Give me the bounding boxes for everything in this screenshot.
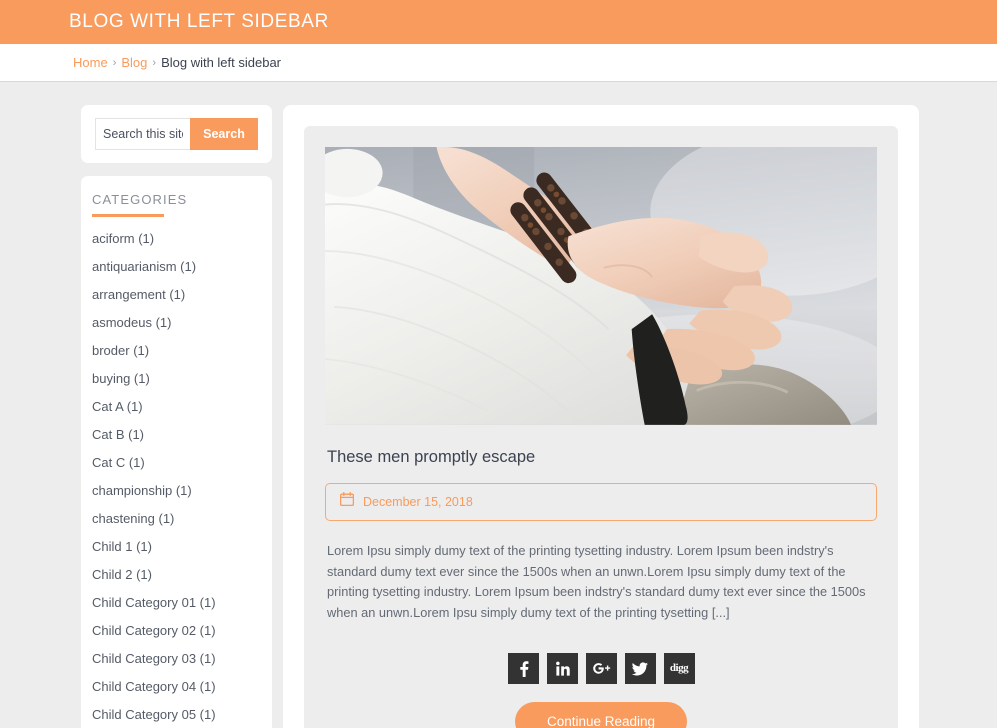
continue-reading-button[interactable]: Continue Reading [514, 701, 688, 728]
category-item: Child Category 05 (1) [81, 701, 272, 728]
category-item: aciform (1) [81, 225, 272, 253]
category-link[interactable]: Child 1 (1) [92, 539, 152, 554]
category-link[interactable]: championship (1) [92, 483, 192, 498]
category-item: antiquarianism (1) [81, 253, 272, 281]
content-card: These men promptly escape December 15, 2… [283, 105, 919, 728]
breadcrumb-item-blog[interactable]: Blog [121, 55, 147, 70]
post-date: December 15, 2018 [363, 494, 473, 509]
continue-reading-row: Continue Reading [325, 701, 877, 728]
category-item: broder (1) [81, 337, 272, 365]
category-link[interactable]: Child Category 02 (1) [92, 623, 216, 638]
category-item: arrangement (1) [81, 281, 272, 309]
linkedin-icon [554, 660, 571, 677]
page-body: Search CATEGORIES aciform (1) antiquarian… [0, 82, 997, 728]
category-link[interactable]: Child 2 (1) [92, 567, 152, 582]
category-item: chastening (1) [81, 505, 272, 533]
category-link[interactable]: Child Category 04 (1) [92, 679, 216, 694]
category-item: Cat C (1) [81, 449, 272, 477]
meditation-photo [325, 147, 877, 425]
breadcrumb-separator: › [152, 56, 157, 69]
category-link[interactable]: Child Category 03 (1) [92, 651, 216, 666]
blog-post: These men promptly escape December 15, 2… [304, 126, 898, 728]
search-form: Search [95, 118, 258, 150]
post-title[interactable]: These men promptly escape [327, 448, 877, 467]
social-share-row: digg [325, 652, 877, 684]
categories-widget-title: CATEGORIES [92, 192, 188, 207]
breadcrumb-bar: Home › Blog › Blog with left sidebar [0, 44, 997, 82]
category-item: Child 1 (1) [81, 533, 272, 561]
post-excerpt: Lorem Ipsu simply dumy text of the print… [327, 542, 866, 620]
twitter-icon [631, 660, 649, 677]
digg-icon: digg [669, 662, 689, 675]
calendar-icon [339, 492, 355, 511]
facebook-icon [515, 660, 532, 677]
category-link[interactable]: Cat B (1) [92, 427, 144, 442]
category-link[interactable]: Child Category 01 (1) [92, 595, 216, 610]
page-title: BLOG WITH LEFT SIDEBAR [69, 11, 329, 32]
category-item: Child Category 01 (1) [81, 589, 272, 617]
breadcrumb-item-current: Blog with left sidebar [161, 55, 282, 70]
share-twitter-button[interactable] [624, 652, 656, 684]
category-link[interactable]: buying (1) [92, 371, 150, 386]
category-item: Child 2 (1) [81, 561, 272, 589]
category-link[interactable]: antiquarianism (1) [92, 259, 196, 274]
post-meta: December 15, 2018 [325, 482, 877, 521]
category-link[interactable]: Cat A (1) [92, 399, 143, 414]
categories-widget: CATEGORIES aciform (1) antiquarianism (1)… [81, 176, 272, 728]
share-linkedin-button[interactable] [546, 652, 578, 684]
category-item: Child Category 03 (1) [81, 645, 272, 673]
search-widget: Search [81, 105, 272, 163]
main-content: These men promptly escape December 15, 2… [283, 105, 919, 728]
category-item: Child Category 04 (1) [81, 673, 272, 701]
sidebar: Search CATEGORIES aciform (1) antiquarian… [81, 105, 272, 728]
search-button[interactable]: Search [190, 118, 258, 150]
category-item: Child Category 02 (1) [81, 617, 272, 645]
category-item: Cat A (1) [81, 393, 272, 421]
widget-title-underline [92, 214, 164, 217]
category-item: Cat B (1) [81, 421, 272, 449]
category-item: asmodeus (1) [81, 309, 272, 337]
post-featured-image[interactable] [325, 147, 877, 425]
google-plus-icon [592, 660, 611, 677]
share-facebook-button[interactable] [507, 652, 539, 684]
share-digg-button[interactable]: digg [663, 652, 695, 684]
category-link[interactable]: chastening (1) [92, 511, 174, 526]
breadcrumb: Home › Blog › Blog with left sidebar [73, 55, 281, 70]
breadcrumb-separator: › [112, 56, 117, 69]
search-input[interactable] [95, 118, 190, 150]
category-link[interactable]: Child Category 05 (1) [92, 707, 216, 722]
category-item: championship (1) [81, 477, 272, 505]
category-link[interactable]: Cat C (1) [92, 455, 145, 470]
category-list: aciform (1) antiquarianism (1) arrangement… [81, 225, 272, 728]
category-item: buying (1) [81, 365, 272, 393]
share-googleplus-button[interactable] [585, 652, 617, 684]
category-link[interactable]: aciform (1) [92, 231, 154, 246]
breadcrumb-item-home[interactable]: Home [73, 55, 108, 70]
category-link[interactable]: broder (1) [92, 343, 149, 358]
category-link[interactable]: asmodeus (1) [92, 315, 171, 330]
page-header: BLOG WITH LEFT SIDEBAR [0, 0, 997, 44]
category-link[interactable]: arrangement (1) [92, 287, 185, 302]
